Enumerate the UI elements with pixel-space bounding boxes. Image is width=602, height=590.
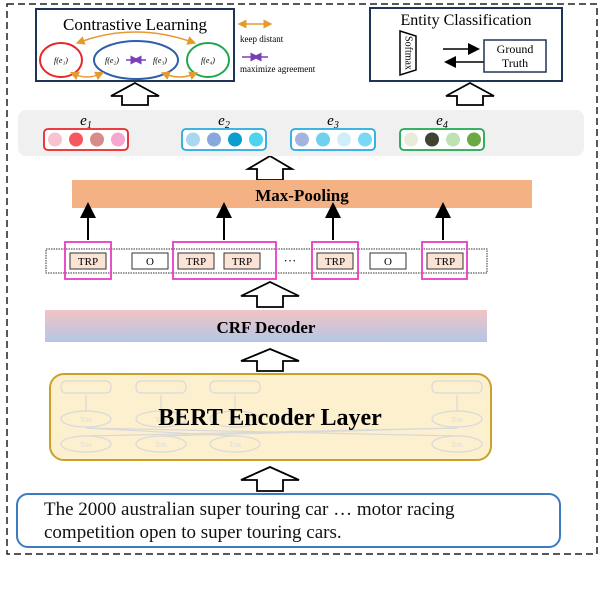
node-label-e3: f(e₃) bbox=[153, 56, 167, 65]
tag-5: ··· bbox=[284, 253, 297, 268]
embedding-dot bbox=[404, 132, 418, 147]
tag-7: O bbox=[369, 252, 407, 270]
embedding-dot bbox=[207, 132, 221, 147]
tag-3: TRP bbox=[177, 252, 215, 270]
tag-8: TRP bbox=[426, 252, 464, 270]
input-sentence-box: The 2000 australian super touring car … … bbox=[16, 493, 561, 548]
embedding-dot bbox=[425, 132, 439, 147]
diagram-canvas: Contrastive Learning f(e₁) f(e₂) f(e₃) f… bbox=[0, 0, 602, 590]
bert-encoder-label: BERT Encoder Layer bbox=[158, 405, 382, 431]
legend: keep distant maximize agreement bbox=[237, 19, 316, 74]
trm-label: Trm bbox=[155, 441, 167, 449]
contrastive-learning-panel: Contrastive Learning f(e₁) f(e₂) f(e₃) f… bbox=[35, 8, 235, 82]
tag-4: TRP bbox=[223, 252, 261, 270]
ground-truth-line2: Truth bbox=[502, 56, 528, 70]
trm-label: Trm bbox=[80, 441, 92, 449]
crf-decoder-label: CRF Decoder bbox=[217, 318, 316, 337]
hollow-arrow-crf bbox=[240, 281, 300, 308]
embedding-dot bbox=[69, 132, 83, 147]
tag-1: TRP bbox=[69, 252, 107, 270]
tag-label: TRP bbox=[435, 256, 455, 268]
hollow-arrow-sentence bbox=[240, 466, 300, 492]
embedding-dot bbox=[358, 132, 372, 147]
hollow-arrow-maxpool bbox=[244, 154, 296, 181]
embedding-dot bbox=[90, 132, 104, 147]
ellipsis-label: ··· bbox=[284, 253, 297, 268]
embedding-dot bbox=[111, 132, 125, 147]
tag-label: TRP bbox=[325, 256, 345, 268]
trm-label: Trm bbox=[80, 416, 92, 424]
hollow-arrow-classification bbox=[445, 81, 495, 106]
trm-label: Trm bbox=[451, 441, 463, 449]
entity-classification-panel: Entity Classification Softmax Ground Tru… bbox=[369, 7, 563, 82]
tag-sequence: TRP O TRP TRP ··· TRP O TRP bbox=[69, 252, 464, 270]
hollow-arrow-contrastive bbox=[110, 81, 160, 106]
trm-label: Trm bbox=[229, 441, 241, 449]
embedding-dot bbox=[467, 132, 481, 147]
embedding-dot bbox=[337, 132, 351, 147]
tag-sequence-row bbox=[45, 248, 488, 274]
node-label-e1: f(e₁) bbox=[54, 56, 68, 65]
tag-6: TRP bbox=[316, 252, 354, 270]
trm-label: Trm bbox=[451, 416, 463, 424]
legend-agreement-label: maximize agreement bbox=[240, 64, 316, 74]
hollow-arrow-bert bbox=[240, 348, 300, 372]
softmax-label: Softmax bbox=[403, 36, 414, 70]
node-label-e2: f(e₂) bbox=[105, 56, 119, 65]
tag-label: TRP bbox=[186, 256, 206, 268]
node-label-e4: f(e₄) bbox=[201, 56, 215, 65]
ground-truth-line1: Ground bbox=[497, 42, 534, 56]
classification-title: Entity Classification bbox=[400, 12, 531, 29]
embedding-dot bbox=[249, 132, 263, 147]
embedding-dot bbox=[446, 132, 460, 147]
sentence-line-2: competition open to super touring cars. bbox=[44, 522, 342, 543]
embedding-dot bbox=[186, 132, 200, 147]
embedding-dot bbox=[228, 132, 242, 147]
embedding-dot bbox=[316, 132, 330, 147]
tag-label: TRP bbox=[232, 256, 252, 268]
tag-label: TRP bbox=[78, 256, 98, 268]
span-arrows bbox=[80, 202, 451, 240]
embedding-dot bbox=[295, 132, 309, 147]
embedding-dot bbox=[48, 132, 62, 147]
max-pooling-label: Max-Pooling bbox=[255, 186, 349, 205]
sentence-line-1: The 2000 australian super touring car … … bbox=[44, 499, 455, 520]
tag-label: O bbox=[384, 256, 392, 268]
tag-label: O bbox=[146, 256, 154, 268]
legend-keep-distant-label: keep distant bbox=[240, 34, 284, 44]
contrastive-title: Contrastive Learning bbox=[63, 15, 207, 34]
tag-2: O bbox=[131, 252, 169, 270]
